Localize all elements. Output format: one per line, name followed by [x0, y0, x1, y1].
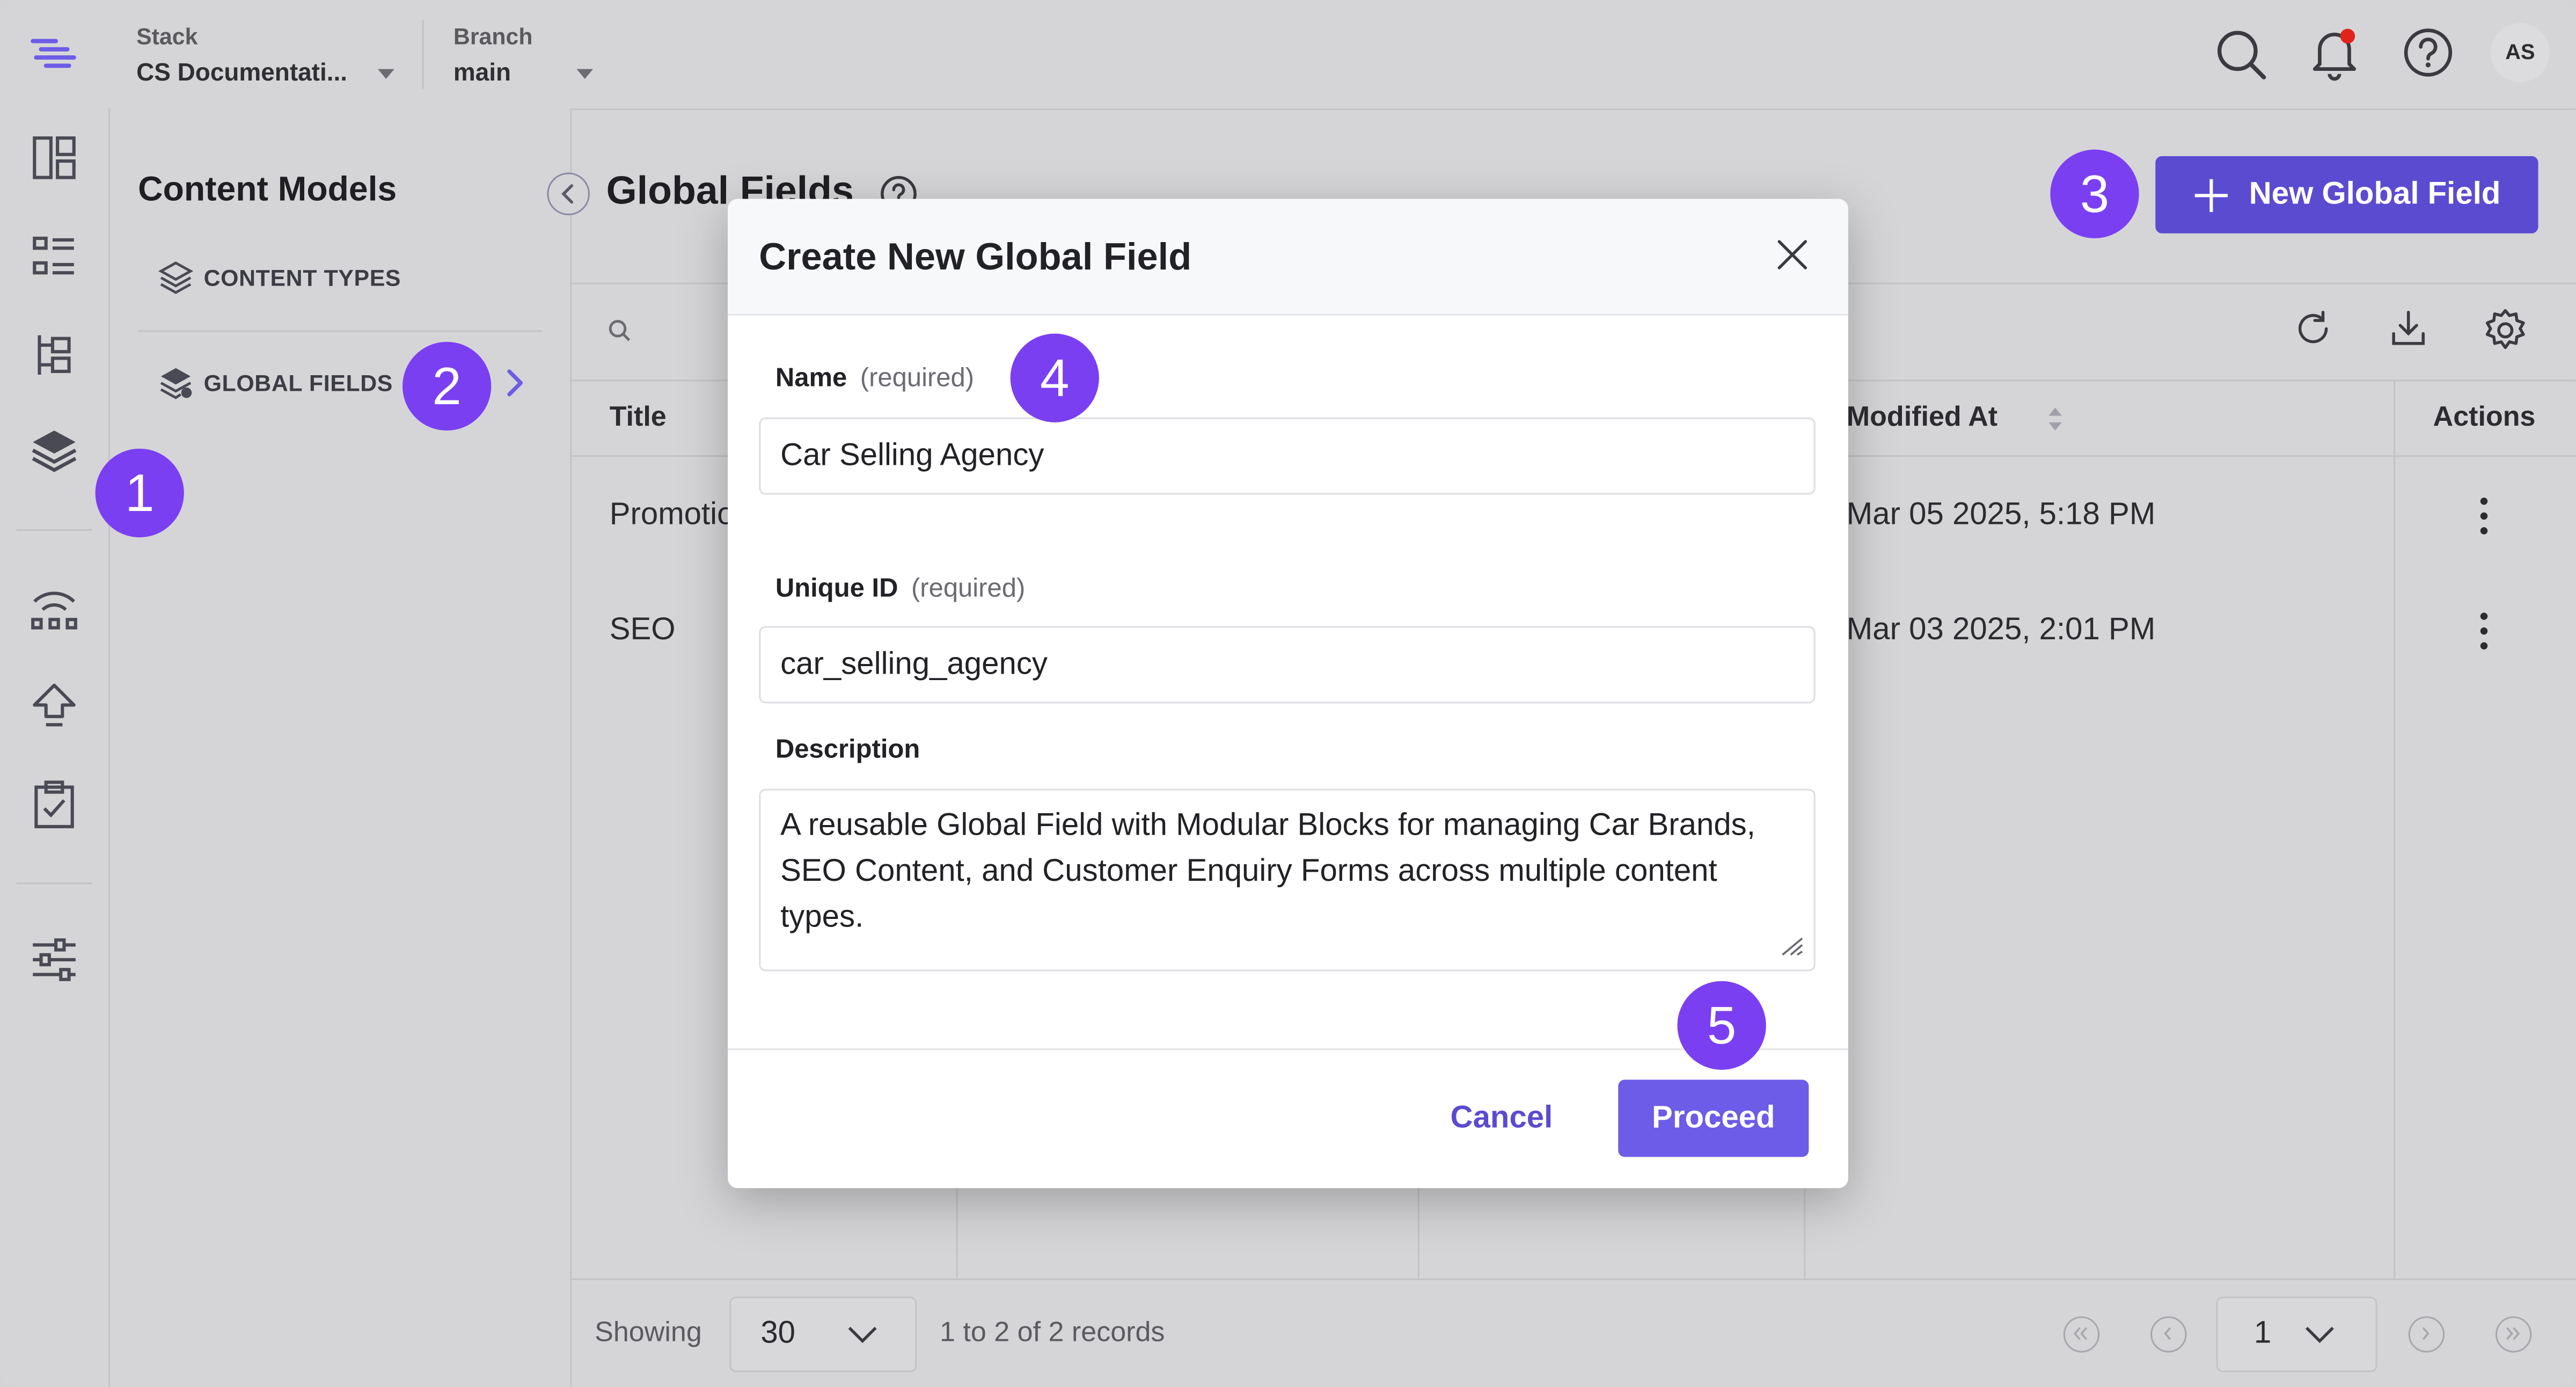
branch-label: Branch: [453, 23, 533, 49]
deployments-wifi-icon[interactable]: [28, 582, 80, 634]
content-models-panel: [110, 108, 572, 1387]
column-title[interactable]: Title: [610, 401, 667, 434]
unique-id-input[interactable]: [759, 626, 1816, 704]
branch-selector[interactable]: main: [453, 59, 511, 87]
unique-id-label-text: Unique ID: [775, 575, 898, 603]
settings-gear-icon[interactable]: [2482, 308, 2528, 354]
page-size-value: 30: [760, 1316, 796, 1351]
app-window: Stack CS Documentati... Branch main AS C…: [0, 0, 2576, 1387]
tasks-clipboard-icon[interactable]: [28, 779, 80, 831]
new-global-field-button[interactable]: New Global Field: [2155, 156, 2538, 233]
step-badge-5: 5: [1677, 981, 1766, 1070]
content-types-layers-icon: [158, 261, 194, 294]
sort-icon[interactable]: [2045, 404, 2065, 434]
entries-list-icon[interactable]: [28, 230, 80, 283]
user-avatar[interactable]: AS: [2490, 23, 2550, 83]
content-models-layers-icon[interactable]: [28, 424, 80, 477]
showing-label: Showing: [595, 1316, 702, 1348]
first-page-icon[interactable]: [2063, 1316, 2100, 1353]
page-size-select[interactable]: 30: [729, 1296, 917, 1373]
description-textarea[interactable]: A reusable Global Field with Modular Blo…: [759, 789, 1816, 972]
close-icon[interactable]: [1773, 235, 1812, 274]
chevron-down-icon: [2305, 1326, 2334, 1344]
left-nav-rail: [0, 108, 111, 1387]
sidebar-item-global-fields[interactable]: GLOBAL FIELDS: [204, 370, 393, 396]
settings-sliders-icon[interactable]: [28, 933, 80, 986]
page-number-value: 1: [2253, 1316, 2272, 1351]
chevron-down-icon: [848, 1326, 877, 1344]
stack-selector[interactable]: CS Documentati...: [136, 59, 347, 87]
last-page-icon[interactable]: [2495, 1316, 2532, 1353]
row-1-title[interactable]: Promotio: [610, 498, 735, 534]
row-2-title[interactable]: SEO: [610, 613, 676, 649]
content-models-title: Content Models: [138, 171, 397, 209]
stack-caret-icon[interactable]: [378, 69, 394, 79]
stack-label: Stack: [136, 23, 198, 49]
table-search-icon[interactable]: [608, 319, 631, 342]
search-icon[interactable]: [2213, 26, 2268, 82]
modal-footer-divider: [728, 1048, 1848, 1050]
assets-tree-icon[interactable]: [28, 328, 80, 381]
page-number-select[interactable]: 1: [2216, 1296, 2377, 1373]
help-icon[interactable]: [2402, 26, 2454, 79]
proceed-button[interactable]: Proceed: [1618, 1079, 1809, 1157]
table-footer: Showing 30 1 to 2 of 2 records 1: [572, 1278, 2576, 1387]
step-badge-2: 2: [402, 341, 492, 431]
name-required-hint: (required): [860, 364, 975, 393]
branch-caret-icon[interactable]: [576, 69, 594, 79]
refresh-icon[interactable]: [2292, 308, 2334, 351]
notification-bell-icon[interactable]: [2307, 23, 2362, 82]
records-count: 1 to 2 of 2 records: [940, 1316, 1165, 1348]
unique-id-required-hint: (required): [911, 575, 1026, 603]
step-badge-4: 4: [1010, 333, 1099, 422]
rail-divider-2: [16, 882, 92, 885]
sidebar-item-content-types[interactable]: CONTENT TYPES: [204, 265, 401, 291]
description-label: Description: [775, 736, 920, 764]
chevron-right-icon[interactable]: [503, 367, 526, 399]
step-badge-1: 1: [95, 448, 184, 538]
column-actions: Actions: [2433, 401, 2536, 433]
chevron-left-icon: [561, 184, 574, 204]
dashboard-icon[interactable]: [28, 132, 80, 184]
plus-icon: [2194, 179, 2228, 212]
column-modified-at[interactable]: Modified At: [1847, 401, 1997, 434]
sidebar-divider: [138, 330, 543, 332]
step-badge-3: 3: [2050, 149, 2139, 238]
row-2-more-icon[interactable]: [2477, 610, 2490, 653]
unique-id-label: Unique ID (required): [775, 575, 1025, 605]
resize-handle-icon[interactable]: [1776, 935, 1805, 958]
export-download-icon[interactable]: [2387, 308, 2430, 351]
collapse-panel-button[interactable]: [547, 172, 590, 216]
top-bar: Stack CS Documentati... Branch main AS: [0, 0, 2576, 111]
row-2-modified: Mar 03 2025, 2:01 PM: [1846, 612, 2156, 648]
contentstack-logo[interactable]: [28, 31, 80, 77]
name-input[interactable]: [759, 417, 1816, 495]
name-label: Name (required): [775, 365, 974, 395]
actions-column-divider: [2394, 379, 2396, 1280]
cancel-button[interactable]: Cancel: [1418, 1079, 1585, 1157]
global-fields-icon: [160, 368, 192, 399]
modal-title: Create New Global Field: [759, 235, 1192, 278]
topbar-divider: [422, 19, 424, 89]
row-1-more-icon[interactable]: [2477, 495, 2490, 538]
name-label-text: Name: [775, 364, 847, 393]
rail-divider: [16, 529, 92, 531]
row-1-modified: Mar 05 2025, 5:18 PM: [1846, 498, 2156, 532]
next-page-icon[interactable]: [2408, 1316, 2445, 1353]
previous-page-icon[interactable]: [2150, 1316, 2187, 1353]
publish-upload-icon[interactable]: [28, 681, 80, 733]
new-global-field-label: New Global Field: [2249, 177, 2501, 212]
